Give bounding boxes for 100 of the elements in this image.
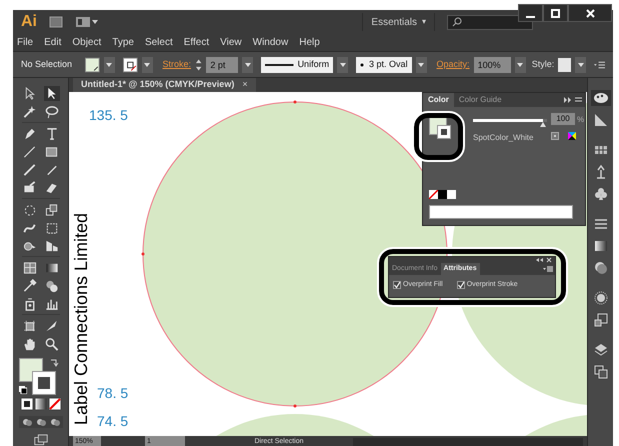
gradient-mode-icon[interactable]: [34, 398, 46, 410]
none-swatch[interactable]: [429, 190, 438, 199]
close-button[interactable]: [568, 4, 612, 22]
document-tab[interactable]: Untitled-1* @ 150% (CMYK/Preview) ×: [73, 78, 256, 92]
zoom-icon: [44, 336, 60, 350]
panel-tab[interactable]: Color Guide: [454, 93, 507, 107]
ruler-value: 78. 5: [97, 386, 128, 400]
line-icon: [22, 144, 38, 158]
triangle-gradient-icon: [592, 112, 608, 128]
percent-label: %: [577, 114, 584, 126]
profile-dropdown[interactable]: Uniform: [261, 56, 334, 72]
swap-icon[interactable]: [50, 358, 58, 367]
tool-button[interactable]: [44, 86, 60, 101]
menu-item[interactable]: View: [220, 38, 242, 48]
checkbox[interactable]: [456, 281, 465, 290]
tool-button[interactable]: [44, 278, 60, 293]
spinner-icon[interactable]: [195, 56, 202, 72]
ruler-value: 135. 5: [89, 108, 128, 122]
panel-tab[interactable]: Color: [423, 93, 454, 107]
dot-icon: [360, 62, 364, 66]
rectangle-icon: [44, 144, 60, 158]
fill-swatch[interactable]: [85, 56, 100, 72]
hand-icon: [22, 336, 38, 350]
color-swatch[interactable]: [438, 190, 447, 199]
opacity-field[interactable]: 100%: [474, 56, 511, 72]
dropdown-button[interactable]: [575, 56, 586, 72]
close-icon: [586, 8, 594, 18]
panel-menu-icon[interactable]: [594, 60, 606, 70]
tool-button[interactable]: [22, 260, 38, 275]
panel-menu-icon[interactable]: [563, 95, 583, 105]
artboards-icon: [592, 364, 608, 380]
dropdown-button[interactable]: [514, 56, 526, 72]
lasso-icon: [44, 104, 60, 118]
color-spectrum[interactable]: [429, 205, 573, 219]
maximize-button[interactable]: [543, 4, 568, 22]
menu-item[interactable]: Select: [144, 38, 173, 48]
mesh-icon: [22, 260, 38, 274]
ruler-value: 74. 5: [97, 414, 128, 428]
workspace-switcher[interactable]: Essentials ▾: [362, 13, 435, 31]
app-logo: Ai: [21, 14, 37, 30]
minimize-button[interactable]: [518, 4, 543, 22]
style-label: Style:: [532, 58, 554, 71]
tool-button[interactable]: [22, 104, 38, 119]
menu-item[interactable]: Type: [112, 38, 134, 48]
stroke-swatch[interactable]: [122, 56, 138, 72]
document-title: Untitled-1* @ 150% (CMYK/Preview): [81, 78, 234, 92]
menu-item[interactable]: Help: [299, 38, 320, 48]
scale-icon: [44, 202, 60, 216]
dropdown-button[interactable]: [416, 56, 427, 72]
workspace-label: Essentials: [371, 16, 417, 30]
tool-button[interactable]: [22, 318, 38, 333]
transparency-icon: [592, 260, 608, 276]
tool-button[interactable]: [44, 336, 60, 351]
dropdown-button[interactable]: [142, 56, 153, 72]
line-icon: [265, 62, 294, 66]
menu-item[interactable]: Edit: [44, 38, 62, 48]
menu-item[interactable]: Object: [72, 38, 102, 48]
close-tab-icon[interactable]: ×: [242, 78, 248, 92]
dropdown-button[interactable]: [104, 56, 115, 72]
panel-menu-icon[interactable]: [543, 265, 553, 273]
bridge-icon[interactable]: [49, 16, 63, 28]
none-mode-icon[interactable]: [48, 398, 60, 410]
stroke-swatch[interactable]: [437, 125, 451, 139]
close-icon[interactable]: [546, 257, 552, 263]
search-icon: [452, 17, 462, 27]
spot-color-icon[interactable]: [551, 132, 559, 140]
selection-label: No Selection: [21, 58, 74, 71]
tool-button[interactable]: [22, 336, 38, 351]
arrange-documents-icon[interactable]: [75, 16, 99, 28]
palette-icon: [592, 90, 608, 106]
panel-button[interactable]: [590, 90, 610, 106]
checkbox[interactable]: [393, 281, 401, 290]
dropdown-button[interactable]: [337, 56, 348, 72]
search-field[interactable]: [447, 14, 533, 30]
style-swatch[interactable]: [558, 58, 572, 72]
brush-dropdown[interactable]: 3 pt. Oval: [356, 56, 412, 72]
menu-item[interactable]: Effect: [184, 38, 210, 48]
club-icon: [592, 186, 608, 202]
tint-field[interactable]: 100: [551, 113, 575, 125]
menu-item[interactable]: Window: [252, 38, 288, 48]
graphic-styles-icon: [592, 312, 608, 328]
default-colors-icon[interactable]: [18, 386, 26, 394]
caret-icon: ▾: [422, 16, 426, 28]
maximize-icon: [551, 8, 560, 18]
color-swatch[interactable]: [447, 190, 456, 199]
stroke-link[interactable]: Stroke:: [162, 58, 192, 72]
fill-stroke-swatches[interactable]: [18, 358, 56, 395]
artboard-icon: [22, 318, 38, 332]
tool-button[interactable]: [22, 144, 38, 159]
tool-button[interactable]: [44, 104, 60, 119]
color-mode-icon[interactable]: [20, 398, 32, 410]
stroke-weight-field[interactable]: 2 pt: [206, 56, 238, 72]
cmyk-icon[interactable]: [568, 132, 576, 140]
menu-item[interactable]: File: [17, 38, 34, 48]
swatch-name: SpotColor_White: [473, 132, 534, 144]
tool-button[interactable]: [44, 202, 60, 217]
screen-mode-icon[interactable]: [32, 434, 48, 446]
dropdown-button[interactable]: [242, 56, 254, 72]
appearance-icon: [592, 290, 608, 306]
opacity-link[interactable]: Opacity:: [436, 58, 470, 72]
